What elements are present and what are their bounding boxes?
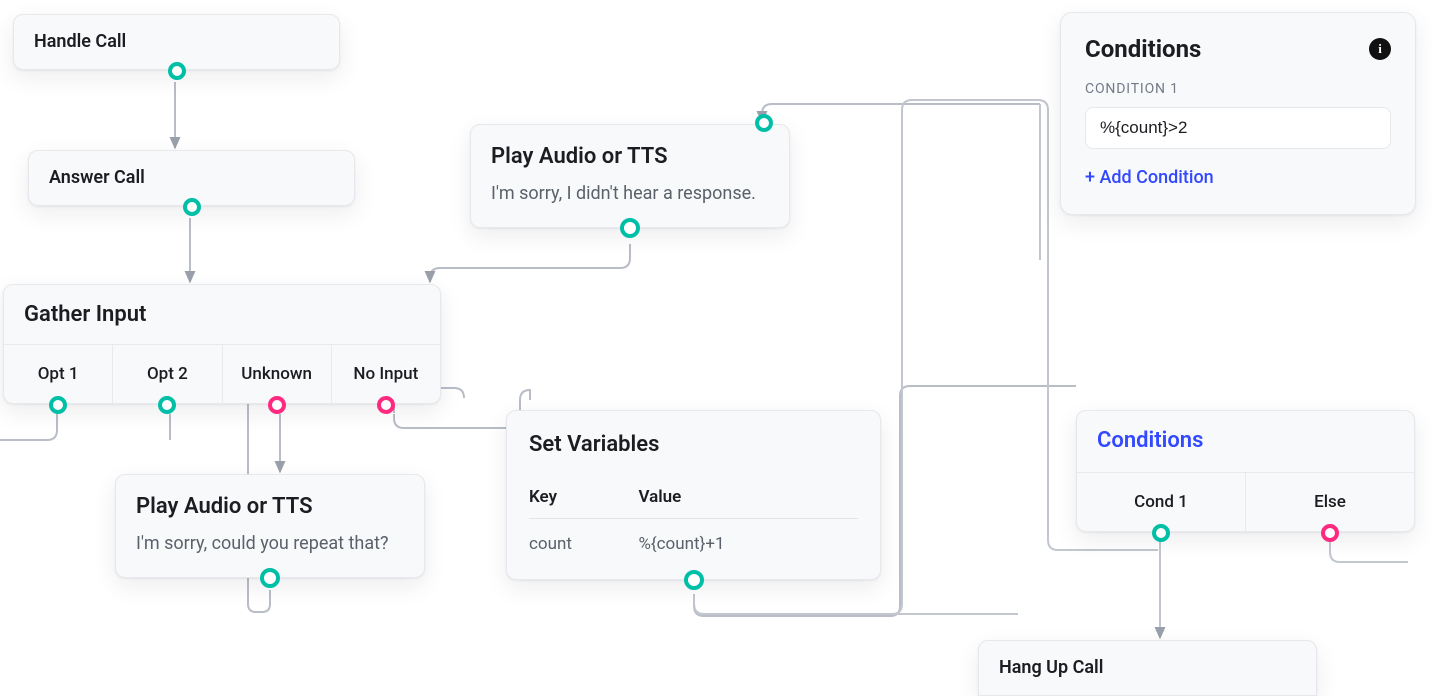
node-play-unknown[interactable]: Play Audio or TTS I'm sorry, could you r…	[115, 474, 425, 578]
port-out[interactable]	[268, 396, 286, 414]
port-out[interactable]	[260, 568, 280, 588]
info-icon[interactable]: i	[1369, 38, 1391, 60]
option-label: Unknown	[241, 363, 312, 385]
node-title: Answer Call	[49, 166, 145, 189]
node-gather-input[interactable]: Gather Input Opt 1 Opt 2 Unknown No Inpu…	[3, 284, 441, 404]
cell-value: %{count}+1	[638, 518, 858, 559]
gather-option-no-input[interactable]: No Input	[332, 345, 440, 403]
node-title: Handle Call	[34, 30, 126, 53]
conditions-panel: Conditions i CONDITION 1 + Add Condition	[1060, 12, 1416, 215]
condition-cell-cond1[interactable]: Cond 1	[1077, 473, 1246, 531]
node-answer-call[interactable]: Answer Call	[28, 150, 355, 206]
panel-title: Conditions	[1085, 35, 1201, 63]
node-handle-call[interactable]: Handle Call	[13, 14, 340, 70]
gather-option-opt2[interactable]: Opt 2	[113, 345, 222, 403]
port-out[interactable]	[1152, 524, 1170, 542]
node-title: Conditions	[1077, 411, 1414, 473]
gather-option-unknown[interactable]: Unknown	[223, 345, 332, 403]
col-value: Value	[638, 478, 858, 519]
option-label: Opt 1	[38, 363, 79, 385]
node-conditions[interactable]: Conditions Cond 1 Else	[1076, 410, 1415, 532]
node-hang-up[interactable]: Hang Up Call	[978, 640, 1317, 696]
node-title: Play Audio or TTS	[491, 143, 769, 172]
add-condition-button[interactable]: + Add Condition	[1085, 167, 1214, 188]
cell-key: count	[529, 518, 638, 559]
condition-cell-else[interactable]: Else	[1246, 473, 1414, 531]
port-out[interactable]	[183, 198, 201, 216]
port-out[interactable]	[377, 396, 395, 414]
condition-label: CONDITION 1	[1085, 81, 1391, 97]
condition-input[interactable]	[1085, 107, 1391, 149]
node-title: Gather Input	[4, 285, 440, 345]
gather-option-opt1[interactable]: Opt 1	[4, 345, 113, 403]
variables-table: Key Value count %{count}+1	[529, 478, 858, 559]
node-title: Play Audio or TTS	[136, 493, 404, 522]
port-out[interactable]	[158, 396, 176, 414]
col-key: Key	[529, 478, 638, 519]
port-out[interactable]	[49, 396, 67, 414]
conditions-row: Cond 1 Else	[1077, 473, 1414, 531]
cell-label: Cond 1	[1134, 491, 1188, 513]
node-title: Set Variables	[529, 431, 858, 460]
node-title: Hang Up Call	[999, 656, 1103, 679]
gather-options: Opt 1 Opt 2 Unknown No Input	[4, 345, 440, 403]
port-out[interactable]	[684, 570, 704, 590]
node-play-noinput[interactable]: Play Audio or TTS I'm sorry, I didn't he…	[470, 124, 790, 228]
option-label: Opt 2	[147, 363, 188, 385]
port-out[interactable]	[1321, 524, 1339, 542]
port-out[interactable]	[620, 218, 640, 238]
node-body: I'm sorry, I didn't hear a response.	[491, 182, 769, 205]
node-body: I'm sorry, could you repeat that?	[136, 532, 404, 555]
table-row: count %{count}+1	[529, 518, 858, 559]
port-out[interactable]	[168, 62, 186, 80]
cell-label: Else	[1314, 491, 1346, 513]
port-in[interactable]	[755, 114, 773, 132]
option-label: No Input	[353, 363, 418, 385]
node-set-variables[interactable]: Set Variables Key Value count %{count}+1	[506, 410, 881, 580]
